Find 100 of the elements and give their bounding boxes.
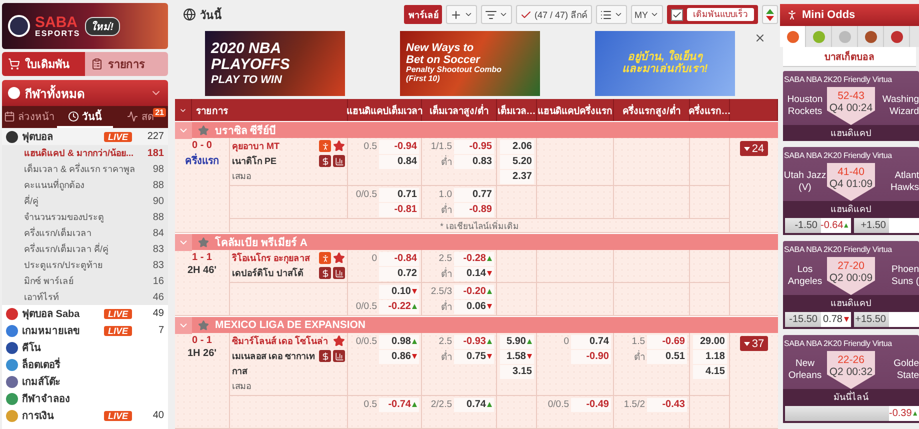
odds-value[interactable]: -0.28: [454, 252, 494, 266]
market-item[interactable]: จำนวนรวมของประตู 88: [2, 209, 168, 225]
dollar-icon[interactable]: [319, 267, 331, 279]
odds-value[interactable]: 29.00: [693, 334, 727, 348]
market-item[interactable]: ประตูแรก/ประตูท้าย 83: [2, 257, 168, 273]
market-item[interactable]: คะแนนที่ถูกต้อง 88: [2, 177, 168, 193]
sport-tab[interactable]: [780, 26, 806, 47]
odds-value[interactable]: -0.84: [379, 252, 419, 266]
sport-item[interactable]: ฟุตบอล LIVE 227: [2, 128, 168, 145]
star-icon[interactable]: [333, 252, 345, 264]
market-item[interactable]: แฮนดิแคป & มากกว่า/น้อย... 181: [2, 145, 168, 161]
add-dropdown[interactable]: [446, 5, 478, 24]
odds-value[interactable]: 5.90: [500, 334, 534, 348]
quick-bet-toggle[interactable]: เดิมพันแบบเร็ว: [667, 5, 758, 24]
dollar-icon[interactable]: [319, 155, 331, 167]
star-icon[interactable]: [198, 236, 209, 248]
odds-value[interactable]: 1.18: [693, 350, 727, 364]
odds-value[interactable]: 0.10: [379, 284, 419, 298]
new-badge: ใหม่!: [85, 16, 120, 36]
cart-icon: [8, 58, 20, 70]
sort-dropdown[interactable]: [481, 5, 512, 24]
odds-value[interactable]: 1.58: [500, 350, 534, 364]
odds-value[interactable]: 0.14: [454, 266, 494, 280]
odds-value[interactable]: -0.64: [820, 218, 850, 233]
more-bets-button[interactable]: 24: [740, 141, 768, 156]
odds-value[interactable]: 0.72: [379, 266, 419, 280]
bar-chart-icon[interactable]: [333, 350, 345, 362]
odds-value[interactable]: 2.37: [500, 170, 534, 184]
sidebar-tab[interactable]: ใบเดิมพัน: [2, 52, 85, 76]
banner-text: PLAY TO WIN: [211, 74, 283, 86]
handicap-line: 0/0.5: [356, 336, 377, 347]
odds-value[interactable]: -0.81: [379, 202, 419, 216]
odds-value[interactable]: 0.84: [379, 154, 419, 168]
checkbox[interactable]: [671, 8, 683, 21]
person-icon[interactable]: [319, 140, 331, 152]
market-item[interactable]: เอาท์ไรท์ 46: [2, 289, 168, 305]
odds-value[interactable]: 0.74: [454, 398, 494, 412]
odds-value[interactable]: -0.89: [454, 202, 494, 216]
odds-value[interactable]: 0.75: [454, 350, 494, 364]
star-icon[interactable]: [198, 320, 209, 330]
odds-value[interactable]: 0.86: [379, 350, 419, 364]
market-label: ครึ่งแรก/เต็มเวลา คี่/คู่: [24, 242, 110, 256]
banner-text: PLAYOFFS: [211, 57, 291, 74]
bar-chart-icon[interactable]: [333, 155, 345, 167]
sidebar-tab[interactable]: รายการ: [85, 52, 168, 76]
odds-value[interactable]: -0.20: [454, 284, 494, 298]
star-icon[interactable]: [333, 140, 345, 152]
odds-value[interactable]: 0.06: [454, 300, 494, 314]
market-item[interactable]: มิกซ์ พาร์เลย์ 16: [2, 273, 168, 289]
star-icon[interactable]: [333, 335, 345, 347]
match-time: Q2 00:32: [829, 366, 873, 378]
view-dropdown[interactable]: [596, 5, 626, 24]
dollar-icon[interactable]: [319, 350, 331, 362]
league-filter-button[interactable]: (47 / 47) ลีกค์: [516, 5, 592, 24]
pulse-icon: [127, 110, 138, 122]
promo-banner[interactable]: 2020 NBA PLAYOFFS PLAY TO WIN: [205, 30, 345, 96]
odds-value[interactable]: -0.90: [571, 350, 611, 364]
league-name: โคลัมเบีย พรีเมียร์ A: [215, 235, 308, 250]
period-tab[interactable]: ล่วงหน้า: [2, 106, 58, 128]
calendar-icon: [4, 110, 16, 122]
odds-value[interactable]: 0.78: [820, 312, 850, 327]
odds-value[interactable]: -0.22: [379, 300, 419, 314]
odds-value[interactable]: 4.15: [693, 364, 727, 378]
market-item[interactable]: เต็มเวลา & ครึ่งแรก ราคาพูล 98: [2, 161, 168, 177]
odds-value[interactable]: -0.43: [647, 398, 687, 412]
person-icon[interactable]: [319, 252, 331, 264]
market-label: เต็มเวลา & ครึ่งแรก ราคาพูล: [24, 162, 137, 176]
odds-value[interactable]: -0.95: [454, 140, 494, 154]
table-cell: [690, 138, 730, 186]
odds-value[interactable]: -0.69: [647, 334, 687, 348]
odds-value[interactable]: 0.98: [379, 334, 419, 348]
more-lines-link[interactable]: * เอเชียนไลน์เพิ่มเติม: [440, 218, 519, 232]
sort-icon: [485, 8, 498, 21]
odds-value[interactable]: -0.74: [379, 398, 419, 412]
odds-value[interactable]: 0.74: [571, 334, 611, 348]
odds-value[interactable]: 3.15: [500, 364, 534, 378]
odds-value[interactable]: -0.39: [889, 406, 919, 421]
odds-value[interactable]: 2.06: [500, 140, 534, 154]
sort-arrows-button[interactable]: [762, 5, 778, 24]
bar-chart-icon[interactable]: [333, 267, 345, 279]
odds-type-dropdown[interactable]: MY: [630, 5, 663, 24]
odds-value[interactable]: 0.77: [454, 188, 494, 202]
odds-value[interactable]: -0.93: [454, 334, 494, 348]
promo-banner[interactable]: New Ways to Bet on Soccer Penalty Shootout Combo (First 10): [400, 30, 540, 96]
parlay-button[interactable]: พาร์เลย์: [404, 5, 442, 24]
odds-value[interactable]: 0.83: [454, 154, 494, 168]
star-icon[interactable]: [198, 124, 209, 136]
more-bets-button[interactable]: 37: [740, 336, 768, 351]
odds-value[interactable]: -0.94: [379, 140, 419, 154]
odds-value[interactable]: 0.71: [379, 188, 419, 202]
market-item[interactable]: ครึ่งแรก/เต็มเวลา คี่/คู่ 83: [2, 241, 168, 257]
odds-value[interactable]: -0.49: [571, 398, 611, 412]
sport-icon: [6, 308, 18, 320]
market-item[interactable]: คี่/คู่ 90: [2, 193, 168, 209]
count-text: 90: [152, 196, 164, 206]
odds-value[interactable]: 5.20: [500, 154, 534, 168]
odds-value[interactable]: 0.51: [647, 350, 687, 364]
market-item[interactable]: ครึ่งแรก/เต็มเวลา 84: [2, 225, 168, 241]
market-label: มันนี่ไลน์: [783, 389, 919, 405]
team-name: ริโอเนโกร อะกุยลาส: [232, 252, 311, 266]
